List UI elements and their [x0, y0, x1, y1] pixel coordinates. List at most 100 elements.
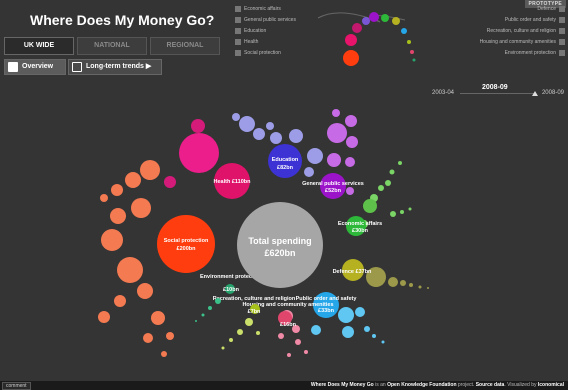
bubble-small[interactable]: [364, 326, 370, 332]
bubble-small[interactable]: [389, 169, 395, 175]
bubble-small[interactable]: [166, 332, 174, 340]
bubble-small[interactable]: [289, 129, 303, 143]
bubble-small[interactable]: [266, 122, 274, 130]
bubble-small[interactable]: [125, 172, 141, 188]
bubble-small[interactable]: [195, 320, 197, 322]
bubble-small[interactable]: [332, 109, 340, 117]
bubble-small[interactable]: [101, 229, 123, 251]
bubble-small[interactable]: [239, 116, 255, 132]
bubble-small[interactable]: [215, 298, 221, 304]
bubble-small[interactable]: [400, 280, 406, 286]
source-data-link[interactable]: Source data: [476, 382, 505, 388]
bubble-small[interactable]: [229, 338, 233, 342]
total-spending-label: Total spending: [248, 236, 311, 246]
bubble-small[interactable]: [100, 194, 108, 202]
bubble-small[interactable]: [140, 160, 160, 180]
bubble-small[interactable]: [164, 176, 176, 188]
bubble-small[interactable]: [295, 339, 301, 345]
cluster-environment: [195, 298, 221, 322]
bubble-small[interactable]: [131, 198, 151, 218]
bubble-small[interactable]: [355, 307, 365, 317]
bubble-small[interactable]: [363, 199, 377, 213]
bubble-small[interactable]: [400, 210, 404, 214]
legend-bubble-health-2[interactable]: [352, 23, 362, 33]
bubble-small[interactable]: [191, 119, 205, 133]
legend-bubble-health[interactable]: [345, 34, 357, 46]
bubble-small[interactable]: [151, 311, 165, 325]
legend-bubble-recreation[interactable]: [407, 40, 411, 44]
bubble-small[interactable]: [346, 187, 354, 195]
bubble-small[interactable]: [278, 333, 284, 339]
bubble-small[interactable]: [287, 353, 291, 357]
legend-bubble-public-order[interactable]: [401, 28, 407, 34]
bubble-small[interactable]: [345, 115, 357, 127]
cluster-health: [164, 119, 219, 188]
org-link[interactable]: Open Knowledge Foundation: [387, 382, 456, 388]
bubble-small[interactable]: [253, 128, 265, 140]
bubble-small[interactable]: [381, 340, 385, 344]
bubble-small[interactable]: [179, 133, 219, 173]
bubble-small[interactable]: [110, 208, 126, 224]
bubble-small[interactable]: [427, 287, 429, 289]
bubble-small[interactable]: [117, 257, 143, 283]
bubble-small[interactable]: [304, 167, 314, 177]
bubble-small[interactable]: [270, 132, 282, 144]
bubble-value-general-public-services: £52bn: [325, 188, 342, 194]
bubble-value-social-protection: £200bn: [177, 246, 197, 252]
bubble-value-environment: £10bn: [223, 287, 240, 293]
legend-bubble-social-protection[interactable]: [343, 50, 359, 66]
bubble-label-social-protection: Social protection: [164, 238, 209, 244]
bubble-small[interactable]: [385, 180, 391, 186]
cluster-defence: [366, 267, 429, 289]
bubble-small[interactable]: [143, 333, 153, 343]
bubble-small[interactable]: [327, 123, 347, 143]
bubble-small[interactable]: [327, 153, 341, 167]
bubble-label-education: Education: [272, 157, 299, 163]
bubble-small[interactable]: [221, 346, 225, 350]
visualizer-link[interactable]: Iconomical: [538, 382, 564, 388]
bubble-small[interactable]: [304, 350, 308, 354]
bubble-small[interactable]: [398, 161, 402, 165]
footer: comment Where Does My Money Go is an Ope…: [0, 381, 568, 390]
bubble-small[interactable]: [408, 207, 412, 211]
app-window: PROTOTYPE Where Does My Money Go? UK WID…: [0, 0, 568, 390]
bubble-small[interactable]: [201, 313, 205, 317]
legend-bubble-economic-affairs[interactable]: [381, 14, 389, 22]
legend-connector: [317, 12, 406, 23]
legend-bubble-general-public-services[interactable]: [369, 12, 379, 22]
bubble-small[interactable]: [137, 283, 153, 299]
comment-button[interactable]: comment: [2, 382, 31, 390]
bubble-small[interactable]: [378, 185, 384, 191]
bubble-social-protection[interactable]: [157, 215, 215, 273]
bubble-small[interactable]: [409, 283, 413, 287]
legend-bubble-environment[interactable]: [412, 58, 416, 62]
bubble-small[interactable]: [307, 148, 323, 164]
bubble-small[interactable]: [338, 307, 354, 323]
bubble-value-recreation: £7bn: [248, 309, 261, 315]
bubble-small[interactable]: [114, 295, 126, 307]
bubble-small[interactable]: [111, 184, 123, 196]
bubble-small[interactable]: [98, 311, 110, 323]
total-spending-value: £620bn: [264, 248, 295, 258]
bubble-small[interactable]: [390, 211, 396, 217]
bubble-small[interactable]: [346, 136, 358, 148]
bubble-small[interactable]: [342, 326, 354, 338]
bubble-label-health: Health £110bn: [214, 179, 252, 185]
legend-bubble-arc: [317, 12, 416, 66]
legend-bubble-education[interactable]: [362, 17, 370, 25]
bubble-small[interactable]: [388, 277, 398, 287]
bubble-small[interactable]: [372, 334, 376, 338]
bubble-small[interactable]: [232, 113, 240, 121]
bubble-small[interactable]: [245, 318, 253, 326]
bubble-value-education: £82bn: [277, 165, 294, 171]
bubble-small[interactable]: [208, 306, 212, 310]
legend-bubble-defence[interactable]: [392, 17, 400, 25]
bubble-small[interactable]: [237, 329, 243, 335]
bubble-small[interactable]: [418, 285, 422, 289]
bubble-label-economic-affairs: Economic affairs: [338, 221, 382, 227]
legend-bubble-housing[interactable]: [410, 50, 414, 54]
bubble-small[interactable]: [161, 351, 167, 357]
bubble-small[interactable]: [311, 325, 321, 335]
bubble-small[interactable]: [256, 331, 260, 335]
bubble-small[interactable]: [345, 157, 355, 167]
